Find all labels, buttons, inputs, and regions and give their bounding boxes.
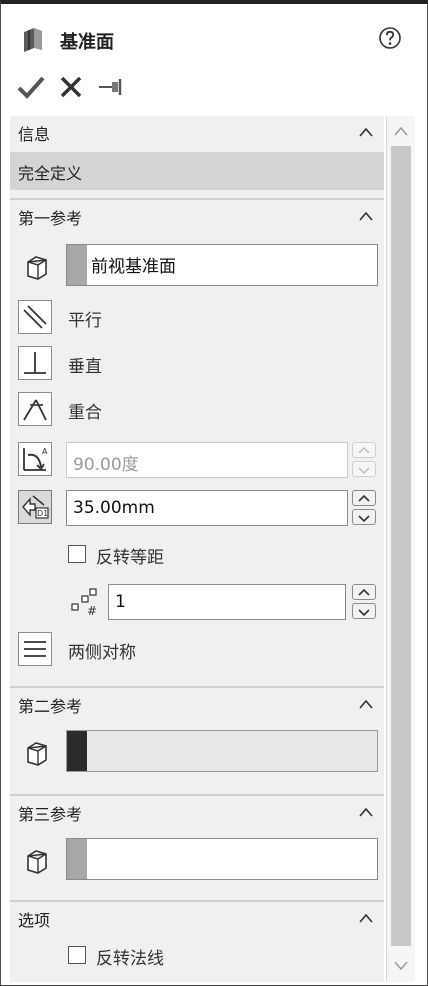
- perpendicular-label: 垂直: [68, 357, 102, 377]
- reference-entity-icon: [27, 256, 47, 280]
- chevron-up-icon[interactable]: [358, 698, 374, 710]
- mid-plane-button[interactable]: [18, 632, 52, 666]
- first-reference-selection-box[interactable]: 前视基准面: [66, 244, 378, 286]
- angle-spinner[interactable]: [352, 442, 376, 478]
- reference-entity-icon: [27, 850, 47, 874]
- angle-spin-up[interactable]: [352, 442, 376, 458]
- second-reference-selection-box[interactable]: [66, 730, 378, 772]
- coincident-icon: [23, 399, 47, 421]
- instance-count-input[interactable]: 1: [108, 584, 346, 620]
- chevron-down-icon: [358, 467, 370, 475]
- info-message-box: 完全定义: [10, 152, 384, 190]
- section-title: 第三参考: [18, 805, 83, 824]
- section-title: 第二参考: [18, 697, 83, 716]
- instance-count-icon: #: [71, 588, 97, 616]
- angle-button[interactable]: A: [18, 442, 52, 476]
- distance-input[interactable]: 35.00mm: [66, 490, 348, 526]
- title-bar: 基准面: [0, 4, 428, 62]
- flip-offset-label: 反转等距: [96, 548, 164, 568]
- section-header-options[interactable]: 选项: [10, 900, 384, 934]
- svg-text:A: A: [42, 447, 48, 456]
- section-header-info[interactable]: 信息: [10, 116, 384, 148]
- parallel-button[interactable]: [18, 300, 52, 334]
- reference-entity-icon: [27, 742, 47, 766]
- selection-color-tab: [67, 245, 87, 285]
- parallel-label: 平行: [68, 311, 102, 331]
- instance-spin-down[interactable]: [352, 603, 376, 619]
- flip-normal-label: 反转法线: [96, 949, 164, 969]
- coincident-label: 重合: [68, 403, 102, 423]
- first-reference-value: 前视基准面: [91, 257, 176, 277]
- section-title: 第一参考: [18, 209, 83, 228]
- svg-text:D1: D1: [37, 509, 48, 518]
- third-reference-selection-box[interactable]: [66, 838, 378, 880]
- angle-icon: A: [23, 447, 48, 471]
- section-title: 信息: [18, 125, 51, 144]
- help-icon[interactable]: [378, 26, 402, 50]
- section-title: 选项: [18, 911, 51, 930]
- close-icon[interactable]: [56, 72, 86, 102]
- perpendicular-icon: [24, 352, 46, 374]
- action-bar: [16, 72, 136, 106]
- mid-plane-icon: [24, 641, 46, 657]
- scroll-down-arrow-icon[interactable]: [393, 958, 409, 972]
- distance-spin-up[interactable]: [352, 490, 376, 506]
- scroll-up-arrow-icon[interactable]: [393, 124, 409, 138]
- flip-offset-checkbox[interactable]: [68, 545, 86, 563]
- plane-icon: [24, 28, 42, 52]
- page-title: 基准面: [60, 32, 114, 53]
- chevron-up-icon[interactable]: [358, 806, 374, 818]
- section-header-second-reference[interactable]: 第二参考: [10, 686, 384, 720]
- section-header-first-reference[interactable]: 第一参考: [10, 198, 384, 232]
- parallel-icon: [23, 305, 47, 329]
- angle-value: 90.00度: [73, 455, 139, 475]
- mid-plane-label: 两侧对称: [68, 643, 136, 663]
- distance-button[interactable]: D1: [18, 490, 52, 524]
- checkmark-icon[interactable]: [16, 72, 46, 102]
- info-message: 完全定义: [18, 164, 83, 183]
- flip-normal-checkbox[interactable]: [68, 946, 86, 964]
- instance-spin-up[interactable]: [352, 584, 376, 600]
- chevron-down-icon: [358, 609, 370, 617]
- distance-spin-down[interactable]: [352, 509, 376, 525]
- selection-color-tab: [67, 839, 87, 879]
- distance-spinner[interactable]: [352, 490, 376, 526]
- chevron-up-icon[interactable]: [358, 210, 374, 222]
- section-header-third-reference[interactable]: 第三参考: [10, 794, 384, 828]
- chevron-up-icon: [358, 494, 370, 502]
- chevron-up-icon: [358, 588, 370, 596]
- distance-value: 35.00mm: [73, 498, 155, 518]
- pushpin-icon[interactable]: [96, 72, 126, 102]
- perpendicular-button[interactable]: [18, 346, 52, 380]
- coincident-button[interactable]: [18, 392, 52, 426]
- angle-input[interactable]: 90.00度: [66, 442, 348, 478]
- chevron-up-icon[interactable]: [358, 912, 374, 924]
- chevron-up-icon: [358, 446, 370, 454]
- selection-color-tab: [67, 731, 87, 771]
- chevron-down-icon: [358, 515, 370, 523]
- scrollbar[interactable]: [386, 116, 415, 982]
- offset-distance-icon: D1: [22, 495, 49, 519]
- angle-spin-down[interactable]: [352, 461, 376, 477]
- instance-count-value: 1: [115, 592, 126, 612]
- scroll-thumb[interactable]: [391, 146, 411, 946]
- chevron-up-icon[interactable]: [358, 126, 374, 138]
- svg-text:#: #: [87, 604, 97, 616]
- instance-count-spinner[interactable]: [352, 584, 376, 620]
